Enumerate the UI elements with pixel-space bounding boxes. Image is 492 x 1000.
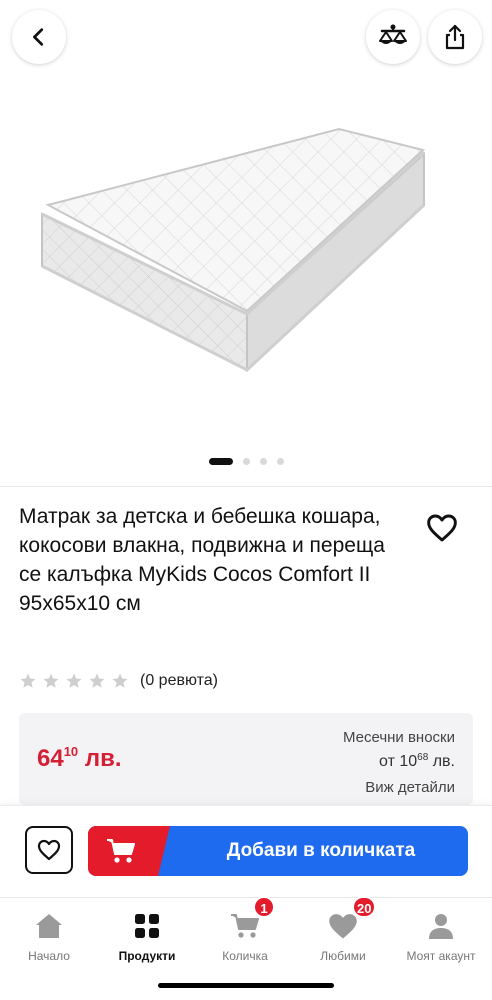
favorites-badge: 20 <box>352 896 377 918</box>
tab-cart-label: Количка <box>222 949 268 963</box>
add-to-cart-accent <box>88 826 170 876</box>
divider <box>0 486 492 487</box>
star-icon <box>66 673 82 688</box>
carousel-dot-active[interactable] <box>208 458 233 465</box>
scales-icon <box>379 24 407 44</box>
price: 6410 лв. <box>37 744 122 773</box>
product-title: Матрак за детска и бебешка кошара, кокос… <box>19 505 385 615</box>
installments-prefix: от <box>379 753 395 770</box>
cta-bar: Добави в количката <box>0 805 492 898</box>
carousel-indicator[interactable] <box>0 458 492 465</box>
installments-amount: от 1068 лв. <box>379 752 455 771</box>
home-icon <box>36 914 62 938</box>
tab-account[interactable]: Моят акаунт <box>392 912 490 963</box>
tab-cart[interactable]: Количка 1 <box>196 896 294 963</box>
chevron-left-icon <box>33 28 44 46</box>
carousel-dot[interactable] <box>276 458 284 465</box>
home-indicator <box>158 983 334 988</box>
carousel-dot[interactable] <box>259 458 267 465</box>
reviews-count[interactable]: (0 ревюта) <box>140 672 218 690</box>
heart-icon <box>329 914 357 939</box>
share-icon <box>445 24 465 50</box>
price-currency: лв. <box>84 745 122 772</box>
back-button[interactable] <box>12 10 66 64</box>
user-icon <box>429 914 453 939</box>
star-icon <box>89 673 105 688</box>
cart-icon <box>231 914 259 938</box>
cart-badge: 1 <box>253 896 275 918</box>
product-image[interactable] <box>0 88 492 448</box>
tab-account-label: Моят акаунт <box>406 949 476 963</box>
heart-outline-icon <box>427 514 457 542</box>
tab-products[interactable]: Продукти <box>98 912 196 963</box>
installments-details-link[interactable]: Виж детайли <box>365 779 455 796</box>
star-icon <box>43 673 59 688</box>
add-to-cart-button[interactable]: Добави в количката <box>88 826 468 876</box>
favorite-button[interactable] <box>426 513 458 548</box>
installments-currency: лв. <box>432 753 455 770</box>
tab-home-label: Начало <box>28 949 70 963</box>
tab-products-label: Продукти <box>118 949 176 963</box>
star-icon <box>112 673 128 688</box>
star-icon <box>20 673 36 688</box>
price-whole: 64 <box>37 745 64 772</box>
installments-whole: 10 <box>399 753 418 770</box>
carousel-dot[interactable] <box>242 458 250 465</box>
price-cents: 10 <box>63 744 79 759</box>
tab-home[interactable]: Начало <box>0 912 98 963</box>
add-to-favorites-button[interactable] <box>25 826 73 874</box>
installments-title: Месечни вноски <box>342 729 455 746</box>
installments-cents: 68 <box>417 752 429 763</box>
cart-icon <box>107 839 135 863</box>
price-box: 6410 лв. Месечни вноски от 1068 лв. Виж … <box>19 713 473 805</box>
heart-outline-icon <box>37 839 61 861</box>
tab-favorites-label: Любими <box>320 949 366 963</box>
tab-favorites[interactable]: Любими 20 <box>294 896 392 963</box>
rating-row[interactable]: (0 ревюта) <box>19 672 218 690</box>
mattress-image <box>41 127 426 373</box>
grid-icon <box>135 914 159 938</box>
share-button[interactable] <box>428 10 482 64</box>
compare-button[interactable] <box>366 10 420 64</box>
add-to-cart-label: Добави в количката <box>226 840 416 861</box>
